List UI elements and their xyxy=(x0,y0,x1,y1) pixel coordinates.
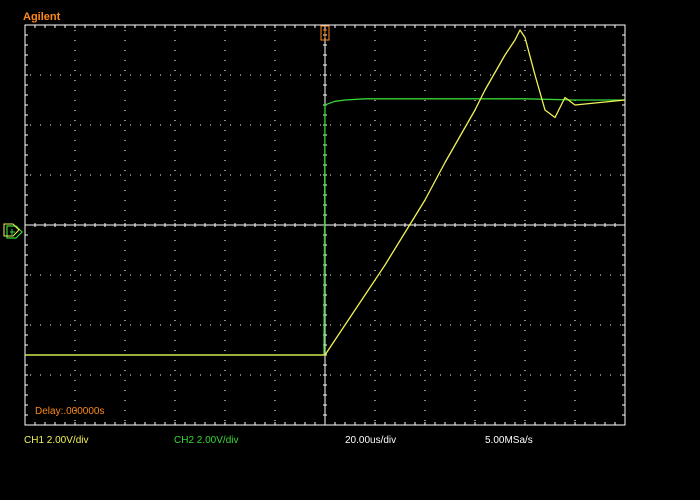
oscilloscope-screen: Agilent Delay:.000000s CH1 2.00V/div CH2… xyxy=(0,0,700,500)
ch1-scale-readout[interactable]: CH1 2.00V/div xyxy=(24,435,88,446)
sample-rate-readout: 5.00MSa/s xyxy=(485,435,533,446)
delay-readout: Delay:.000000s xyxy=(35,406,105,417)
brand-logo: Agilent xyxy=(23,11,61,23)
timebase-readout[interactable]: 20.00us/div xyxy=(345,435,396,446)
ch2-scale-readout[interactable]: CH2 2.00V/div xyxy=(174,435,238,446)
